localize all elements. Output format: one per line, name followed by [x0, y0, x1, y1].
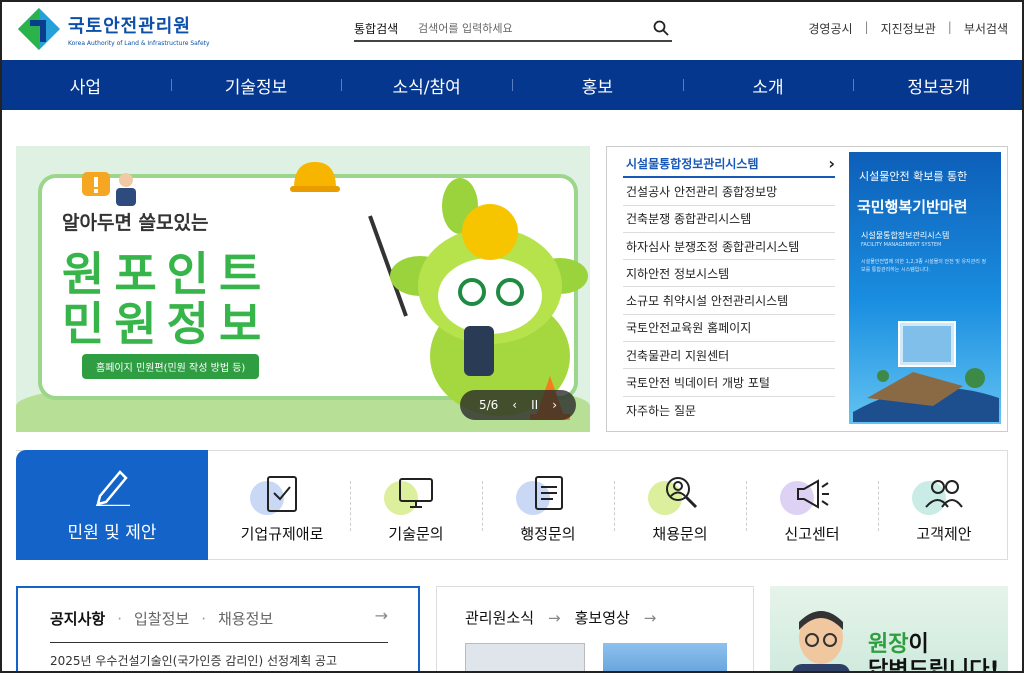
banner-prev-button[interactable]: ‹: [512, 398, 517, 412]
director-subtitle: 답변드립니다!: [868, 658, 1000, 673]
quick-item-tech-inquiry[interactable]: 기술문의: [350, 451, 482, 559]
system-link-underground[interactable]: 지하안전 정보시스템: [623, 260, 835, 288]
promo-headline: 국민행복기반마련: [857, 198, 968, 216]
notice-tabs: 공지사항 · 입찰정보 · 채용정보: [50, 608, 273, 629]
banner-pause-button[interactable]: II: [531, 398, 538, 412]
quick-item-regulation[interactable]: 기업규제애로: [216, 451, 348, 559]
nav-item-disclosure[interactable]: 정보공개: [853, 60, 1024, 110]
tab-promo-video[interactable]: 홍보영상: [575, 607, 630, 628]
quick-main-label: 민원 및 제안: [67, 523, 157, 543]
chevron-right-icon: ›: [828, 154, 835, 174]
tab-separator: ·: [117, 609, 122, 628]
site-header: 국토안전관리원 Korea Authority of Land & Infras…: [0, 0, 1024, 60]
system-link-construction[interactable]: 건설공사 안전관리 종합정보망: [623, 178, 835, 206]
arrow-right-icon[interactable]: →: [548, 609, 561, 627]
tab-notice[interactable]: 공지사항: [50, 608, 105, 629]
fms-promo-banner[interactable]: 시설물안전 확보를 통한 국민행복기반마련 시설물통합정보관리시스템 FACIL…: [849, 152, 1001, 424]
quick-item-admin-inquiry[interactable]: 행정문의: [482, 451, 614, 559]
system-link-faq[interactable]: 자주하는 질문: [623, 397, 835, 424]
quick-item-label: 행정문의: [520, 525, 576, 543]
quick-menu: 민원 및 제안 기업규제애로 기술문의 행정문의 채용문의 신고센터 고객제안: [16, 450, 1008, 560]
mascot-illustration: [368, 178, 588, 420]
utility-link-management[interactable]: 경영공시: [808, 20, 852, 37]
quick-item-label: 신고센터: [784, 525, 840, 543]
promo-system-english: FACILITY MANAGEMENT SYSTEM: [861, 242, 942, 248]
tab-separator: ·: [201, 609, 206, 628]
search-input[interactable]: [418, 17, 650, 39]
director-answer-banner[interactable]: 원장이 답변드립니다!: [770, 586, 1008, 673]
quick-item-report-center[interactable]: 신고센터: [746, 451, 878, 559]
tab-bid-info[interactable]: 입찰정보: [134, 608, 189, 629]
promo-system-name: 시설물통합정보관리시스템: [861, 231, 950, 240]
main-nav: 사업 기술정보 소식/참여 홍보 소개 정보공개: [0, 60, 1024, 110]
banner-next-button[interactable]: ›: [552, 398, 557, 412]
logo-name: 국토안전관리원: [68, 15, 191, 37]
monitor-icon: [399, 478, 433, 508]
system-link-small-facility[interactable]: 소규모 취약시설 안전관리시스템: [623, 287, 835, 315]
logo-mark-icon: [16, 6, 62, 52]
video-thumbnail[interactable]: [603, 643, 727, 673]
logo-subtitle: Korea Authority of Land & Infrastructure…: [68, 39, 210, 47]
document-icon: [535, 476, 563, 510]
banner-caption-pill: 홈페이지 민원편(민원 작성 방법 등): [82, 354, 260, 379]
site-logo[interactable]: 국토안전관리원 Korea Authority of Land & Infras…: [16, 6, 210, 52]
users-icon: [925, 480, 963, 508]
news-panel: 관리원소식 → 홍보영상 →: [436, 586, 754, 673]
nav-item-business[interactable]: 사업: [0, 60, 171, 110]
quick-item-customer-suggestion[interactable]: 고객제안: [878, 451, 1010, 559]
quick-item-label: 기술문의: [388, 525, 444, 543]
system-link-education[interactable]: 국토안전교육원 홈페이지: [623, 315, 835, 343]
news-thumbnail[interactable]: [465, 643, 585, 673]
banner-pre-title: 알아두면 쓸모있는: [62, 212, 209, 234]
quick-item-recruit-inquiry[interactable]: 채용문의: [614, 451, 746, 559]
arrow-right-icon[interactable]: →: [644, 609, 657, 627]
quick-item-label: 기업규제애로: [240, 525, 324, 543]
divider: [50, 642, 388, 643]
exclamation-bubble-icon: [82, 172, 136, 206]
arrow-right-icon[interactable]: →: [375, 606, 388, 625]
checklist-icon: [267, 476, 297, 512]
tab-recruit-info[interactable]: 채용정보: [218, 608, 273, 629]
system-link-bigdata[interactable]: 국토안전 빅데이터 개방 포털: [623, 369, 835, 397]
system-link-building-dispute[interactable]: 건축분쟁 종합관리시스템: [623, 206, 835, 233]
search-label: 통합검색: [354, 21, 399, 36]
systems-panel: 시설물통합정보관리시스템 › 건설공사 안전관리 종합정보망 건축분쟁 종합관리…: [606, 146, 1008, 432]
list-item-label: 시설물통합정보관리시스템: [626, 157, 759, 172]
system-link-defect-review[interactable]: 하자심사 분쟁조정 종합관리시스템: [623, 233, 835, 261]
banner-counter: 5/6: [478, 398, 499, 412]
utility-link-departments[interactable]: 부서검색: [964, 20, 1008, 37]
quick-item-label: 채용문의: [652, 525, 708, 543]
search-icon[interactable]: [650, 17, 672, 39]
megaphone-icon: [797, 479, 829, 509]
utility-link-earthquake[interactable]: 지진정보관: [881, 20, 936, 37]
systems-list: 시설물통합정보관리시스템 › 건설공사 안전관리 종합정보망 건축분쟁 종합관리…: [623, 151, 835, 424]
promo-line1: 시설물안전 확보를 통한: [859, 170, 968, 183]
tab-agency-news[interactable]: 관리원소식: [465, 607, 534, 628]
promo-illustration: [853, 321, 999, 422]
quick-item-label: 고객제안: [916, 525, 972, 543]
helmet-icon: [290, 162, 340, 192]
notice-item[interactable]: 2025년 우수건설기술인(국가인증 감리인) 선정계획 공고: [50, 652, 337, 669]
utility-separator: |: [947, 20, 952, 34]
utility-separator: |: [864, 20, 869, 34]
system-link-facility[interactable]: 시설물통합정보관리시스템 ›: [623, 151, 835, 179]
director-portrait: [792, 611, 850, 673]
utility-links: 경영공시 | 지진정보관 | 부서검색: [808, 20, 1008, 37]
promo-description: 시설물안전법에 의한 1,2,3종 시설물의 안전 및 유지관리 정보를 통합관…: [861, 259, 987, 273]
pencil-icon: [96, 470, 130, 506]
nav-item-pr[interactable]: 홍보: [512, 60, 683, 110]
quick-main-complaint[interactable]: 민원 및 제안: [16, 450, 208, 560]
banner-controls: 5/6 ‹ II ›: [460, 390, 576, 420]
nav-item-tech-info[interactable]: 기술정보: [170, 60, 342, 110]
search-bar: 통합검색: [354, 16, 672, 42]
nav-item-news[interactable]: 소식/참여: [341, 60, 512, 110]
news-tabs: 관리원소식 → 홍보영상 →: [465, 607, 670, 628]
banner-title-line2: 민원정보: [62, 297, 272, 351]
notice-board: 공지사항 · 입찰정보 · 채용정보 → 2025년 우수건설기술인(국가인증 …: [16, 586, 420, 673]
system-link-building-center[interactable]: 건축물관리 지원센터: [623, 342, 835, 370]
nav-item-about[interactable]: 소개: [682, 60, 854, 110]
person-search-icon: [666, 477, 698, 509]
